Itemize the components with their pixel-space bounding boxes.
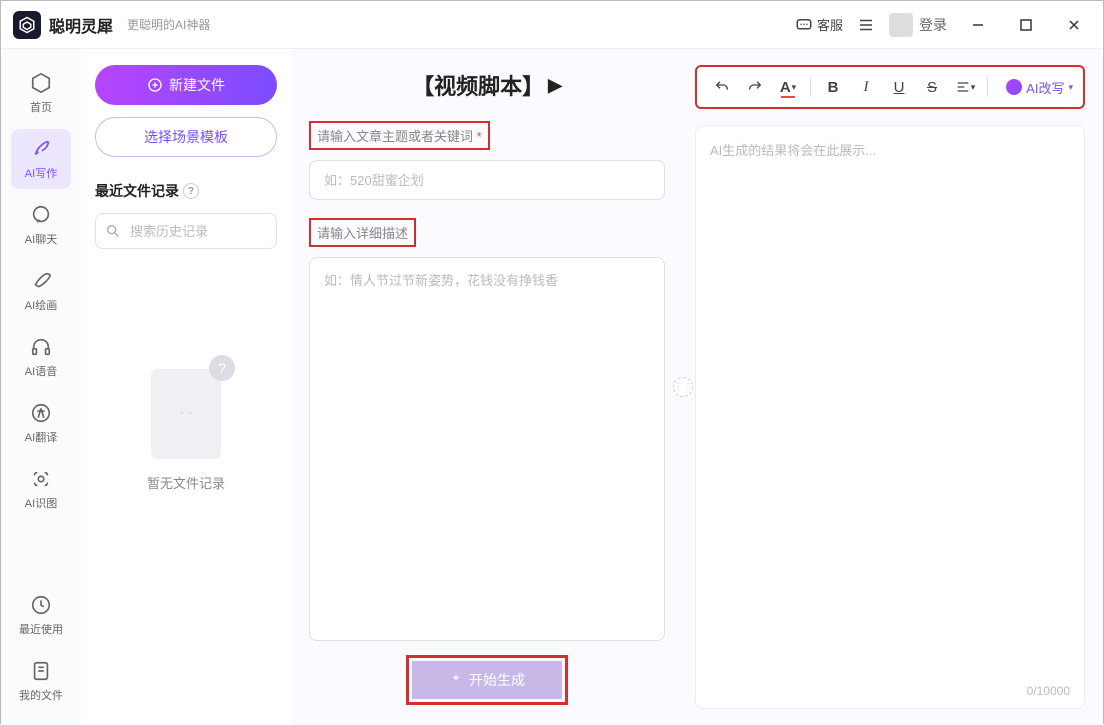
resize-handle[interactable]: ⋮⋮ (673, 377, 693, 397)
app-name: 聪明灵犀 (49, 13, 113, 37)
plus-circle-icon (147, 77, 163, 93)
align-button[interactable]: ▾ (950, 73, 980, 101)
nav-home[interactable]: 首页 (11, 63, 71, 123)
redo-button[interactable] (740, 73, 770, 101)
file-icon (29, 659, 53, 683)
app-logo-icon (13, 11, 41, 39)
redo-icon (747, 79, 763, 95)
left-panel: 新建文件 选择场景模板 最近文件记录 ? · · ? 暂无文件记录 (81, 49, 291, 725)
underline-icon: U (894, 79, 905, 96)
undo-button[interactable] (707, 73, 737, 101)
ai-icon (1006, 79, 1022, 95)
empty-state: · · ? 暂无文件记录 (95, 359, 277, 492)
char-counter: 0/10000 (1027, 684, 1070, 698)
new-file-button[interactable]: 新建文件 (95, 65, 277, 105)
editor-toolbar: A▾ B I U S ▾ AI改写 ▾ (695, 65, 1085, 109)
maximize-button[interactable] (1009, 11, 1043, 39)
italic-button[interactable]: I (851, 73, 881, 101)
titlebar: 聪明灵犀 更聪明的AI神器 客服 登录 (1, 1, 1103, 49)
align-icon (955, 79, 971, 95)
nav-ai-writing[interactable]: AI写作 (11, 129, 71, 189)
result-output[interactable]: AI生成的结果将会在此展示... 0/10000 (695, 125, 1085, 709)
font-color-button[interactable]: A▾ (773, 73, 803, 101)
ai-rewrite-button[interactable]: AI改写 ▾ (1006, 78, 1073, 97)
avatar-placeholder-icon (889, 13, 913, 37)
toolbar-separator (810, 77, 811, 97)
choose-template-button[interactable]: 选择场景模板 (95, 117, 277, 157)
font-a-icon: A (780, 79, 791, 96)
generate-button[interactable]: 开始生成 (412, 661, 562, 699)
minimize-icon (971, 18, 985, 32)
maximize-icon (1020, 19, 1032, 31)
sidebar: 首页 AI写作 AI聊天 AI绘画 AI语音 AI翻译 AI识图 最 (1, 49, 81, 725)
play-triangle-icon[interactable]: ▶ (548, 75, 562, 96)
recent-files-title: 最近文件记录 ? (95, 181, 277, 201)
app-logo-wrap: 聪明灵犀 更聪明的AI神器 (13, 11, 210, 39)
help-icon[interactable]: ? (183, 183, 199, 199)
center-panel: 【视频脚本】 ▶ 请输入文章主题或者关键词 * 请输入详细描述 开始生成 (291, 49, 683, 725)
home-icon (29, 71, 53, 95)
chat-bubble-icon (795, 16, 813, 34)
support-button[interactable]: 客服 (795, 15, 843, 34)
brush-icon (29, 269, 53, 293)
clock-icon (29, 593, 53, 617)
feather-icon (29, 137, 53, 161)
page-title: 【视频脚本】 ▶ (309, 69, 665, 101)
underline-button[interactable]: U (884, 73, 914, 101)
chat-icon (29, 203, 53, 227)
topic-label: 请输入文章主题或者关键词 * (309, 121, 665, 150)
close-icon (1067, 18, 1081, 32)
minimize-button[interactable] (961, 11, 995, 39)
search-icon (105, 223, 121, 239)
nav-recent[interactable]: 最近使用 (11, 585, 71, 645)
translate-icon (29, 401, 53, 425)
menu-button[interactable] (857, 16, 875, 34)
topic-input[interactable] (309, 160, 665, 200)
nav-ai-voice[interactable]: AI语音 (11, 327, 71, 387)
search-history-input[interactable] (95, 213, 277, 249)
italic-icon: I (864, 79, 869, 96)
login-button[interactable]: 登录 (889, 13, 947, 37)
nav-ai-image[interactable]: AI识图 (11, 459, 71, 519)
headphones-icon (29, 335, 53, 359)
nav-ai-translate[interactable]: AI翻译 (11, 393, 71, 453)
bold-icon: B (828, 79, 839, 96)
undo-icon (714, 79, 730, 95)
right-panel: ⋮⋮ A▾ B I U S ▾ AI改写 ▾ AI生成的结果将会在此展示... … (683, 49, 1103, 725)
hamburger-icon (857, 16, 875, 34)
app-subtitle: 更聪明的AI神器 (127, 16, 210, 33)
nav-ai-draw[interactable]: AI绘画 (11, 261, 71, 321)
nav-my-files[interactable]: 我的文件 (11, 651, 71, 711)
close-button[interactable] (1057, 11, 1091, 39)
sparkle-icon (449, 673, 463, 687)
detail-label: 请输入详细描述 (309, 218, 665, 247)
bold-button[interactable]: B (818, 73, 848, 101)
strike-button[interactable]: S (917, 73, 947, 101)
image-scan-icon (29, 467, 53, 491)
empty-illustration-icon: · · ? (141, 359, 231, 459)
nav-ai-chat[interactable]: AI聊天 (11, 195, 71, 255)
detail-textarea[interactable] (309, 257, 665, 641)
toolbar-separator (987, 77, 988, 97)
strikethrough-icon: S (927, 79, 937, 96)
